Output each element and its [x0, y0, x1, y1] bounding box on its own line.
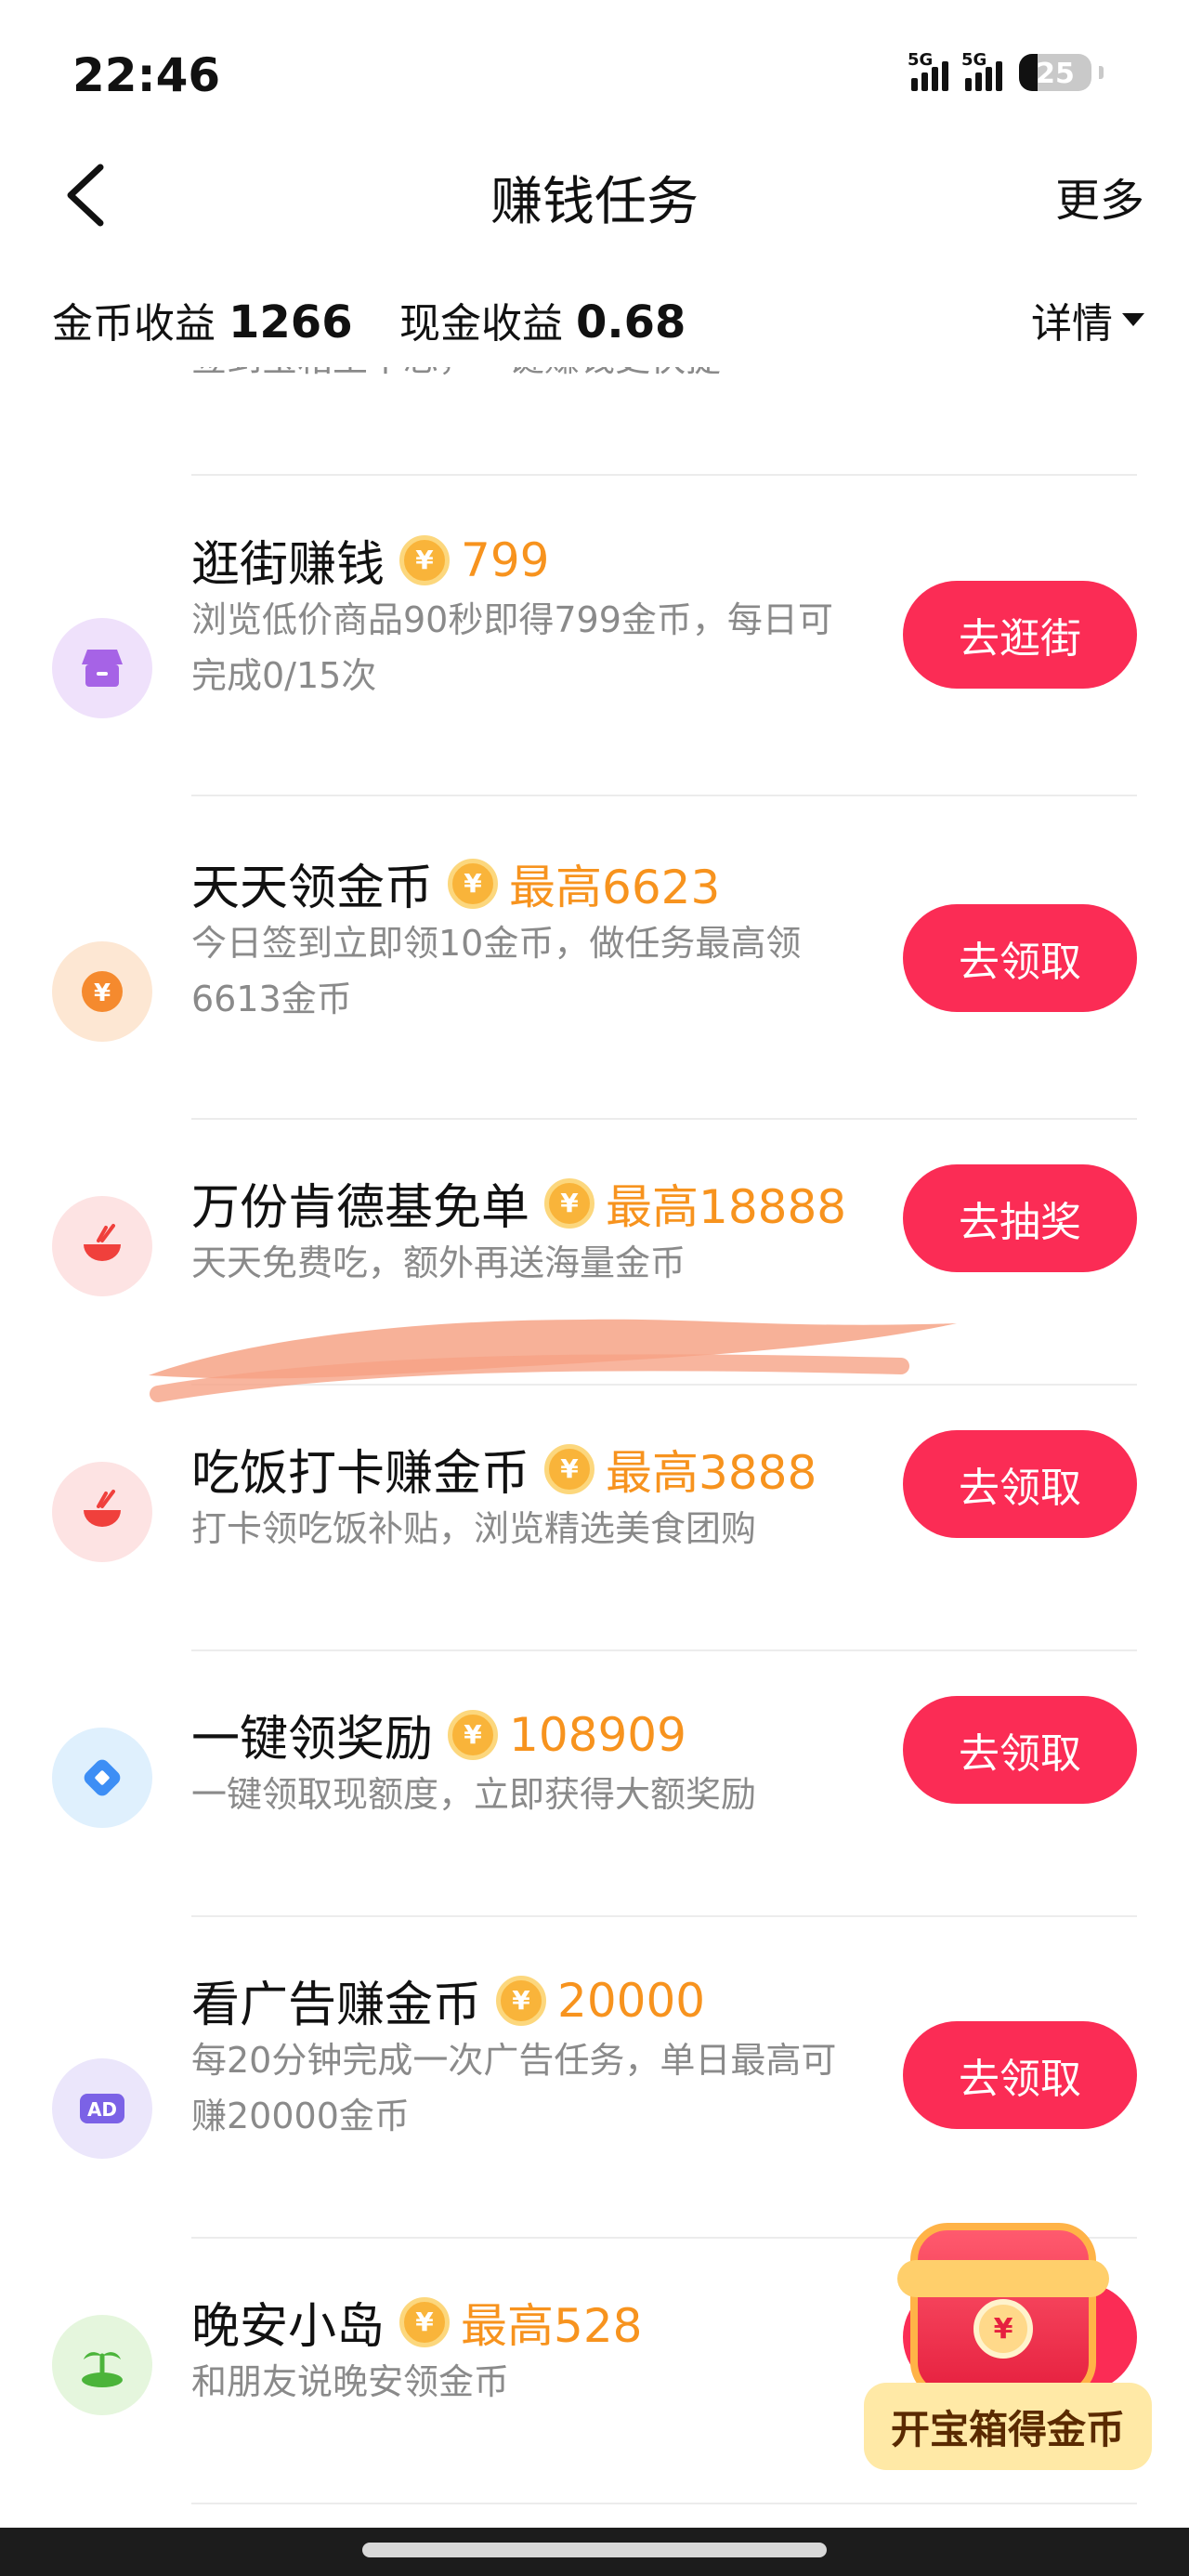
diamond-icon: [84, 1759, 121, 1796]
task-reward: 最高6623: [509, 860, 721, 914]
page-title: 赚钱任务: [490, 172, 699, 232]
svg-text:¥: ¥: [94, 979, 111, 1007]
task-title-row: 吃饭打卡赚金币 ¥ 最高3888: [191, 1434, 817, 1504]
task-title: 万份肯德基免单: [191, 1180, 530, 1236]
task-action-button[interactable]: 去领取: [903, 904, 1137, 1012]
partial-task-desc: 签到宝箱至不忘，一键赚钱更快捷: [191, 367, 721, 381]
coin-earnings-value: 1266: [229, 296, 353, 348]
task-title-row: 晚安小岛 ¥ 最高528: [191, 2287, 642, 2357]
task-action-button[interactable]: 去抽奖: [903, 1164, 1137, 1272]
coin-icon: ¥: [544, 1177, 595, 1229]
signal-strength-icon-2: 5G: [961, 50, 1002, 91]
task-desc: 浏览低价商品90秒即得799金币，每日可完成0/15次: [191, 599, 833, 696]
divider: [191, 2503, 1137, 2504]
task-icon-bg: [52, 1196, 152, 1296]
task-reward: 20000: [557, 1973, 706, 2028]
battery-tip: [1099, 66, 1104, 79]
cash-earnings: 现金收益 0.68: [399, 290, 686, 349]
coin-earnings: 金币收益 1266: [52, 290, 353, 349]
task-reward: 最高3888: [606, 1445, 817, 1500]
task-icon-bg: [52, 1728, 152, 1828]
task-title-row: 逛街赚钱 ¥ 799: [191, 525, 549, 595]
task-icon-bg: [52, 2315, 152, 2415]
chest-lock-icon: ¥: [973, 2299, 1033, 2359]
task-action-button[interactable]: 去逛街: [903, 581, 1137, 689]
coin-icon: ¥: [496, 1975, 547, 2026]
yuan-coin-icon: ¥: [82, 971, 123, 1012]
island-icon: [82, 2352, 123, 2387]
task-icon-bg: [52, 618, 152, 718]
task-title: 看广告赚金币: [191, 1978, 482, 2033]
task-title-row: 天天领金币 ¥ 最高6623: [191, 848, 720, 918]
caret-down-icon: [1122, 313, 1144, 326]
partial-task-row: 签到宝箱至不忘，一键赚钱更快捷: [0, 367, 1189, 432]
task-title-row: 万份肯德基免单 ¥ 最高18888: [191, 1168, 846, 1238]
coin-icon: ¥: [399, 534, 451, 585]
task-title: 一键领奖励: [191, 1712, 434, 1768]
treasure-chest-widget[interactable]: ¥ 开宝箱得金币: [864, 2223, 1152, 2474]
details-label: 详情: [1031, 300, 1113, 348]
coin-icon: ¥: [448, 1709, 499, 1760]
coin-icon: ¥: [399, 2296, 451, 2347]
task-desc: 今日签到立即领10金币，做任务最高领6613金币: [191, 923, 802, 1019]
task-title: 逛街赚钱: [191, 537, 385, 593]
divider: [191, 1649, 1137, 1651]
task-action-button[interactable]: 去领取: [903, 1696, 1137, 1804]
divider: [191, 1915, 1137, 1917]
task-desc: 每20分钟完成一次广告任务，单日最高可赚20000金币: [191, 2040, 837, 2136]
home-indicator[interactable]: [362, 2543, 827, 2557]
bowl-icon: [84, 1224, 121, 1261]
task-title: 天天领金币: [191, 861, 434, 916]
chest-lid: [897, 2260, 1109, 2297]
task-desc: 一键领取现额度，立即获得大额奖励: [191, 1774, 757, 1815]
cash-earnings-value: 0.68: [576, 296, 686, 348]
signal-strength-icon: 5G: [908, 50, 948, 91]
battery-icon: 25: [1019, 54, 1091, 91]
task-title-row: 看广告赚金币 ¥ 20000: [191, 1965, 705, 2035]
task-icon-bg: AD: [52, 2058, 152, 2159]
status-icons: 5G 5G 25: [908, 50, 1104, 91]
task-icon-bg: ¥: [52, 941, 152, 1042]
task-reward: 108909: [509, 1707, 686, 1762]
coin-icon: ¥: [448, 858, 499, 909]
earnings-bar: 金币收益 1266 现金收益 0.68 详情: [0, 279, 1189, 362]
divider: [191, 474, 1137, 476]
divider: [191, 1118, 1137, 1120]
divider: [191, 795, 1137, 796]
task-desc: 天天免费吃，额外再送海量金币: [191, 1242, 686, 1283]
task-action-button[interactable]: 去领取: [903, 2021, 1137, 2129]
details-button[interactable]: 详情: [1031, 290, 1144, 349]
more-button[interactable]: 更多: [1055, 164, 1144, 229]
task-desc: 打卡领吃饭补贴，浏览精选美食团购: [191, 1508, 757, 1549]
system-nav-bar: [0, 2528, 1189, 2576]
task-reward: 最高18888: [606, 1179, 847, 1234]
bowl-icon: [84, 1490, 121, 1527]
chest-label: 开宝箱得金币: [864, 2383, 1152, 2470]
svg-text:AD: AD: [87, 2098, 117, 2121]
status-bar: 22:46 5G 5G 25: [0, 0, 1189, 139]
coin-earnings-label: 金币收益: [52, 300, 216, 348]
task-list[interactable]: 签到宝箱至不忘，一键赚钱更快捷 逛街赚钱 ¥ 799 浏览低价商品90秒即得79…: [0, 367, 1189, 2528]
task-reward: 799: [461, 532, 550, 587]
ad-icon: AD: [80, 2094, 124, 2123]
task-title-row: 一键领奖励 ¥ 108909: [191, 1700, 686, 1769]
task-title: 吃饭打卡赚金币: [191, 1446, 530, 1502]
task-action-button[interactable]: 去领取: [903, 1430, 1137, 1538]
task-icon-bg: [52, 1462, 152, 1562]
cash-earnings-label: 现金收益: [399, 300, 563, 348]
task-desc: 和朋友说晚安领金币: [191, 2361, 510, 2402]
task-title: 晚安小岛: [191, 2299, 385, 2355]
shop-icon: [82, 650, 123, 687]
brush-stroke-annotation: [149, 1319, 957, 1402]
status-time: 22:46: [72, 48, 221, 102]
nav-bar: 赚钱任务 更多: [0, 139, 1189, 251]
coin-icon: ¥: [544, 1443, 595, 1494]
task-reward: 最高528: [461, 2298, 643, 2353]
